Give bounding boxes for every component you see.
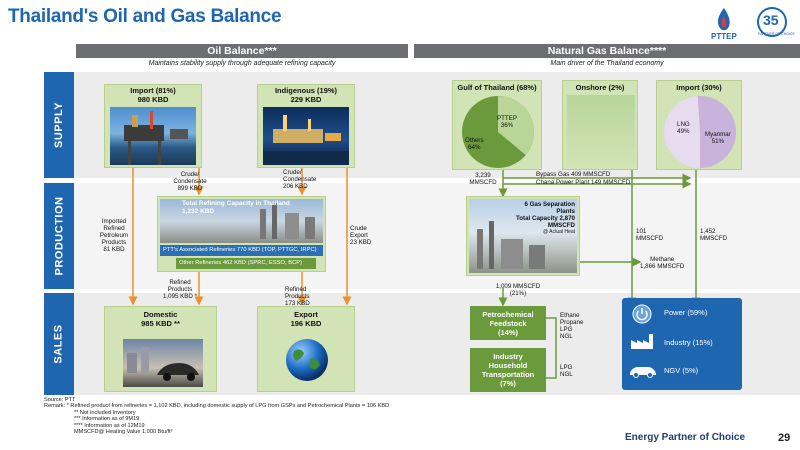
ptt-refineries-bar: PTT's Associated Refineries 770 KBD (TOP…	[160, 245, 323, 256]
night-platform-image	[263, 107, 349, 165]
globe-icon	[286, 339, 328, 381]
industry-transport-box: Industry Household Transportation (7%)	[470, 348, 546, 392]
industry-label: Industry (15%)	[664, 338, 713, 347]
import-lng-label: LNG 49%	[677, 121, 690, 135]
crude-export-label: Crude Export 23 KBD	[350, 225, 372, 246]
import-flow-left-label: 101 MMSCFD	[636, 228, 664, 242]
gulf-flow-label: 3,239 MMSCFD	[469, 172, 497, 186]
tagline: Energy Partner of Choice	[625, 432, 746, 443]
onshore-image-placeholder	[567, 95, 635, 167]
export-box: Export 196 KBD	[257, 306, 355, 392]
car-icon	[630, 367, 656, 378]
factory-icon	[631, 334, 653, 349]
export-box-value: 196 KBD	[290, 318, 322, 328]
remark-1: Remark: * Refined product from refinerie…	[44, 403, 390, 410]
import-gas-box: Import (30%) LNG 49% Myanmar 51%	[656, 80, 742, 170]
city-car-image	[123, 339, 203, 387]
other-refineries-bar: Other Refineries 462 KBD (SPRC, ESSO, BC…	[176, 258, 316, 269]
import-gas-title: Import (30%)	[676, 83, 722, 92]
refinery-box: Total Refining Capacity in Thailand 1,232…	[157, 196, 326, 272]
indigenous-box-value: 229 KBD	[290, 94, 322, 104]
gsp-label: 6 Gas Separation Plants Total Capacity 2,…	[515, 201, 575, 235]
import-myanmar-label: Myanmar 51%	[705, 131, 731, 145]
lpg-ngl-label: LPG NGL	[560, 364, 573, 378]
ethane-propane-label: Ethane Propane LPG NGL	[560, 312, 584, 340]
import-box-value: 980 KBD	[137, 94, 169, 104]
refined-left-label: Refined Products 1,095 KBD *	[162, 279, 198, 300]
domestic-box: Domestic 985 KBD **	[104, 306, 217, 392]
methane-label: Methane 1,866 MMSCFD	[640, 256, 685, 270]
onshore-box: Onshore (2%)	[562, 80, 638, 170]
power-icon	[632, 304, 652, 324]
refining-capacity-label: Total Refining Capacity in Thailand 1,232…	[182, 200, 290, 215]
ngv-label: NGV (5%)	[664, 366, 699, 375]
onshore-title: Onshore (2%)	[575, 83, 625, 92]
offshore-platform-image	[110, 107, 196, 165]
indigenous-box: Indigenous (19%) 229 KBD	[257, 84, 355, 168]
bracket-ethane	[546, 317, 557, 379]
crude-left-label: Crude/Condensate 899 KBD	[173, 171, 207, 192]
gas-separation-box: 6 Gas Separation Plants Total Capacity 2,…	[466, 196, 580, 276]
gsp-output-label: 1,009 MMSCFD (21%)	[495, 283, 541, 297]
chana-power-label: Chana Power Plant 149 MMSCFD	[536, 179, 631, 186]
petrochemical-feedstock-box: Petrochemical Feedstock (14%)	[470, 306, 546, 340]
gulf-others-label: Others 64%	[465, 137, 484, 151]
import-box: Import (81%) 980 KBD	[104, 84, 202, 168]
domestic-box-value: 985 KBD **	[141, 318, 180, 328]
import-flow-right-label: 1,452 MMSCFD	[700, 228, 728, 242]
page-number: 29	[778, 432, 791, 444]
bypass-gas-label: Bypass Gas 409 MMSCFD	[536, 171, 611, 178]
gulf-of-thailand-box: Gulf of Thailand (68%) PTTEP 36% Others 64…	[452, 80, 542, 170]
footer-notes: Source: PTT Remark: * Refined product fr…	[44, 397, 389, 435]
imported-refined-label: Imported Refined Petroleum Products 81 KBD	[99, 218, 129, 253]
gulf-pttep-label: PTTEP 36%	[497, 115, 517, 129]
crude-right-label: Crude/Condensate 206 KBD	[283, 169, 317, 190]
power-label: Power (59%)	[664, 308, 708, 317]
remark-5: MMSCFD@ Heating Value 1,000 Btu/ft³	[74, 429, 173, 436]
gulf-pie-chart	[462, 96, 534, 168]
power-industry-ngv-box: Power (59%) Industry (15%) NGV (5%)	[622, 298, 742, 390]
gulf-title: Gulf of Thailand (68%)	[457, 83, 537, 92]
refined-right-label: Refined Products 173 KBD	[285, 286, 310, 307]
